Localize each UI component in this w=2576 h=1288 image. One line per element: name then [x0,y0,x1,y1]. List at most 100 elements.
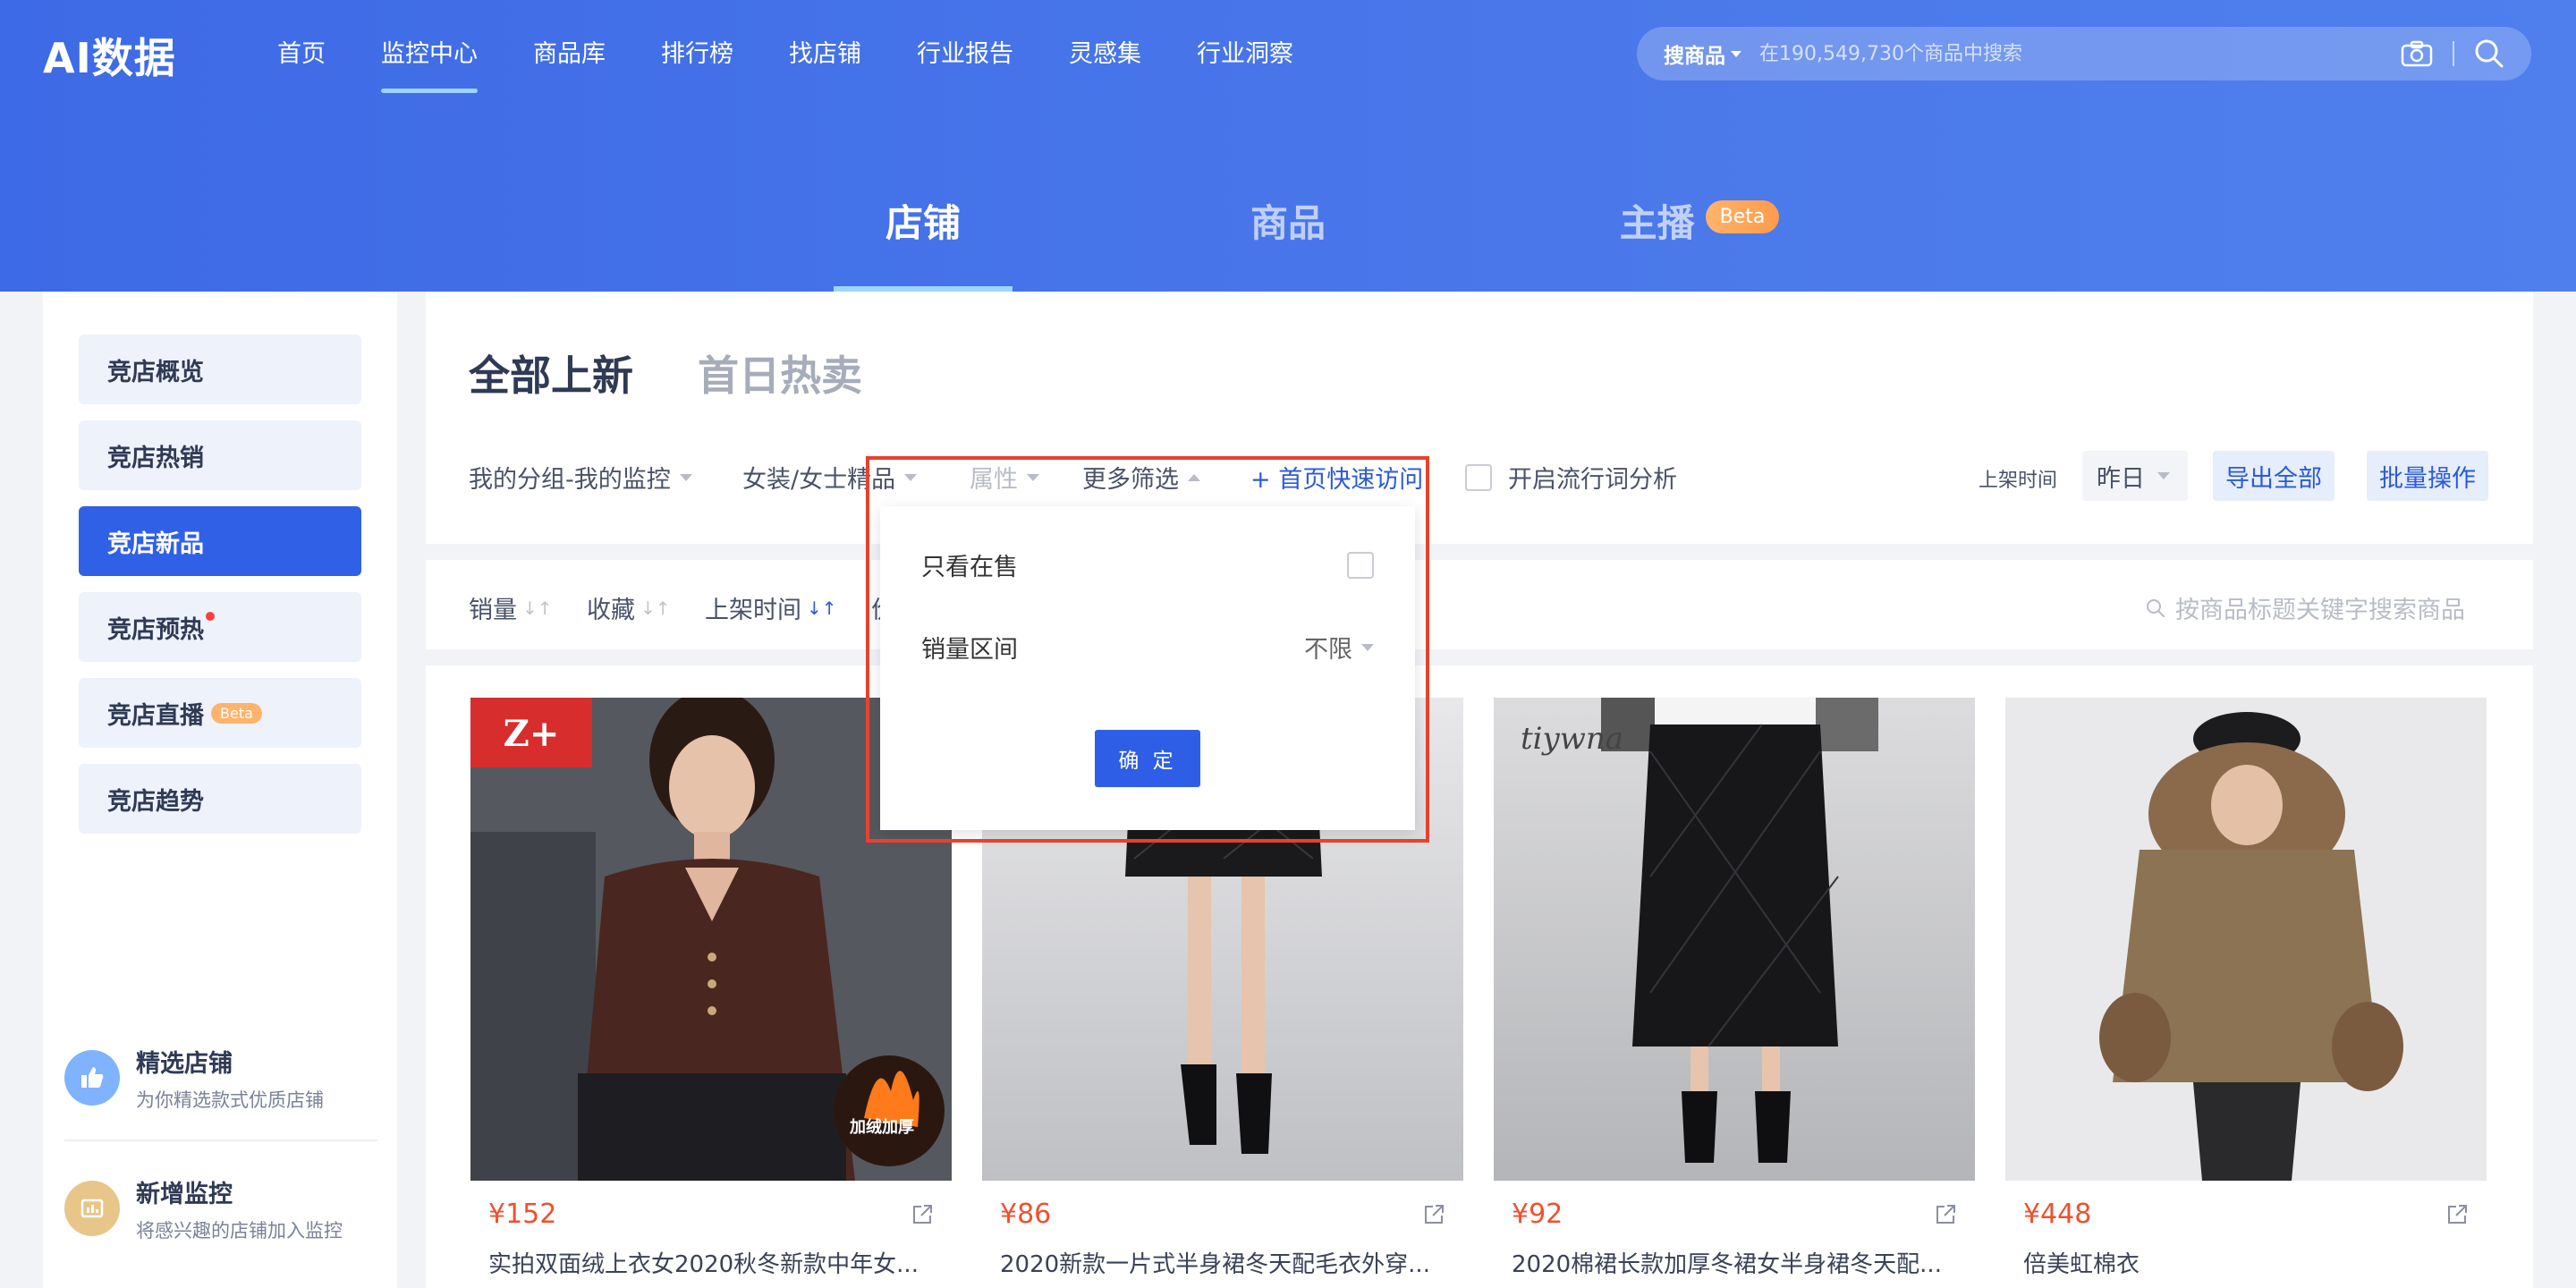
category-filter-label: 女装/女士精品 [742,466,896,494]
sort-bar: 销量↓↑ 收藏↓↑ 上架时间↓↑ 价 按商品标题关键字搜索商品 [426,560,2533,649]
external-link-icon[interactable] [2445,1203,2469,1226]
product-search-placeholder: 按商品标题关键字搜索商品 [2175,597,2465,624]
sidebar-item-new-products[interactable]: 竞店新品 [79,506,361,576]
svg-text:Z+: Z+ [504,713,560,755]
search-icon [2147,598,2165,617]
product-title[interactable]: 2020棉裙长款加厚冬裙女半身裙冬天配... [1494,1246,1959,1279]
subtab-first-day-hot[interactable]: 首日热卖 [698,343,862,402]
group-filter[interactable]: 我的分组-我的监控 [469,460,692,495]
chart-icon [64,1181,120,1236]
nav-monitor-center[interactable]: 监控中心 [381,32,478,93]
sidebar-item-live[interactable]: 竞店直播 Beta [79,678,361,748]
sort-listing-time-label: 上架时间 [705,597,801,624]
confirm-button[interactable]: 确 定 [1095,730,1200,787]
sales-range-value: 不限 [1304,636,1352,664]
caret-down-icon [904,473,918,481]
tab-anchor-label: 主播 [1619,201,1695,245]
logo-text: AI数据 [43,34,176,82]
batch-operation-button[interactable]: 批量操作 [2367,451,2488,501]
camera-icon[interactable] [2401,40,2433,67]
divider [2453,41,2454,66]
beta-badge: Beta [211,702,262,724]
sort-sales[interactable]: 销量 ↓↑ [469,590,553,625]
sidebar-item-hot-sales[interactable]: 竞店热销 [79,420,361,490]
caret-down-icon [679,473,692,481]
brand-watermark: tiywna [1521,721,1624,757]
featured-stores-card[interactable]: 精选店铺 为你精选款式优质店铺 [64,1029,377,1127]
export-all-button[interactable]: 导出全部 [2213,451,2334,501]
more-filters[interactable]: 更多筛选 [1082,460,1200,495]
sort-favorites-label: 收藏 [587,597,635,624]
notification-dot [206,612,215,621]
sort-favorites[interactable]: 收藏 ↓↑ [587,590,671,625]
sidebar-item-label: 竞店新品 [107,530,204,558]
external-link-icon[interactable] [1934,1203,1957,1226]
product-card[interactable]: tiywna ¥92 2020棉裙长款加厚冬裙女半身裙冬天配... [1494,698,1975,1279]
global-search-input[interactable] [1759,42,2401,65]
external-link-icon[interactable] [1422,1203,1445,1226]
on-sale-label: 只看在售 [921,554,1018,581]
sidebar-item-trend[interactable]: 竞店趋势 [79,764,361,834]
external-link-icon[interactable] [911,1203,934,1226]
sort-sales-label: 销量 [469,597,517,624]
sidebar: 竞店概览 竞店热销 竞店新品 竞店预热 竞店直播 Beta 竞店趋势 精选店铺 为… [43,292,397,1288]
product-price: ¥86 [1000,1199,1052,1230]
tab-product-label: 商品 [1250,201,1326,245]
product-price-row: ¥92 [1494,1199,1975,1230]
card-desc: 将感兴趣的店铺加入监控 [136,1219,343,1241]
quick-access-link[interactable]: + 首页快速访问 [1250,460,1423,495]
trend-analysis-checkbox[interactable] [1465,463,1492,491]
listing-time-label: 上架时间 [1979,470,2058,492]
tab-store[interactable]: 店铺 [834,193,1013,292]
sort-arrows-icon: ↓↑ [807,597,837,619]
sales-range-select[interactable]: 不限 [1304,630,1374,665]
sidebar-item-preheat[interactable]: 竞店预热 [79,592,361,662]
attribute-filter-label: 属性 [970,466,1018,494]
main-nav: 首页 监控中心 商品库 排行榜 找店铺 行业报告 灵感集 行业洞察 [277,32,1349,93]
product-price-row: ¥86 [982,1199,1463,1230]
nav-product-library[interactable]: 商品库 [533,32,606,77]
main-tabs: 店铺 商品 主播 Beta [0,179,2576,292]
product-price-row: ¥448 [2005,1199,2487,1230]
product-title[interactable]: 2020新款一片式半身裙冬天配毛衣外穿... [982,1246,1447,1279]
nav-industry-insight[interactable]: 行业洞察 [1197,32,1293,77]
add-monitor-card[interactable]: 新增监控 将感兴趣的店铺加入监控 [64,1159,377,1258]
caret-down-icon [1361,643,1374,651]
on-sale-checkbox[interactable] [1347,551,1374,579]
sales-range-label: 销量区间 [921,636,1018,664]
search-type-select[interactable]: 搜商品 [1664,38,1741,69]
nav-find-store[interactable]: 找店铺 [789,32,861,77]
more-filters-label: 更多筛选 [1082,466,1179,494]
more-filters-dropdown: 只看在售 销量区间 不限 确 定 [880,506,1415,830]
sidebar-item-label: 竞店趋势 [107,787,204,816]
trend-analysis-label: 开启流行词分析 [1508,466,1677,494]
search-icon[interactable] [2474,38,2504,69]
tab-product[interactable]: 商品 [1199,193,1377,292]
sort-listing-time[interactable]: 上架时间 ↓↑ [705,590,837,625]
category-filter[interactable]: 女装/女士精品 [742,460,918,495]
listing-time-value: 昨日 [2097,464,2145,493]
product-card[interactable]: ¥448 倍美虹棉衣 [2005,698,2487,1279]
product-photo-coat [2005,698,2487,1181]
sort-arrows-icon: ↓↑ [640,597,671,619]
card-title: 新增监控 [136,1180,233,1208]
divider [64,1140,377,1141]
nav-industry-report[interactable]: 行业报告 [917,32,1013,77]
product-title[interactable]: 倍美虹棉衣 [2005,1246,2470,1279]
nav-inspiration[interactable]: 灵感集 [1069,32,1141,77]
listing-time-select[interactable]: 昨日 [2082,451,2188,501]
product-image[interactable] [2005,698,2487,1181]
tab-anchor[interactable]: 主播 Beta [1592,193,1807,292]
nav-ranking[interactable]: 排行榜 [661,32,733,77]
product-image[interactable]: tiywna [1494,698,1975,1181]
search-icon-group [2401,38,2504,69]
product-title-search[interactable]: 按商品标题关键字搜索商品 [2145,590,2465,625]
logo[interactable]: AI数据 [43,30,176,82]
product-grid: Z+ 加绒加厚 ¥152 实拍双面绒上衣女2020秋冬新款中年女... ¥86 … [426,665,2533,1288]
trend-analysis-toggle[interactable]: 开启流行词分析 [1465,460,1677,495]
attribute-filter[interactable]: 属性 [970,460,1039,495]
product-title[interactable]: 实拍双面绒上衣女2020秋冬新款中年女... [470,1246,936,1279]
subtab-all-new[interactable]: 全部上新 [469,343,633,402]
nav-home[interactable]: 首页 [277,32,326,77]
sidebar-item-overview[interactable]: 竞店概览 [79,335,361,404]
